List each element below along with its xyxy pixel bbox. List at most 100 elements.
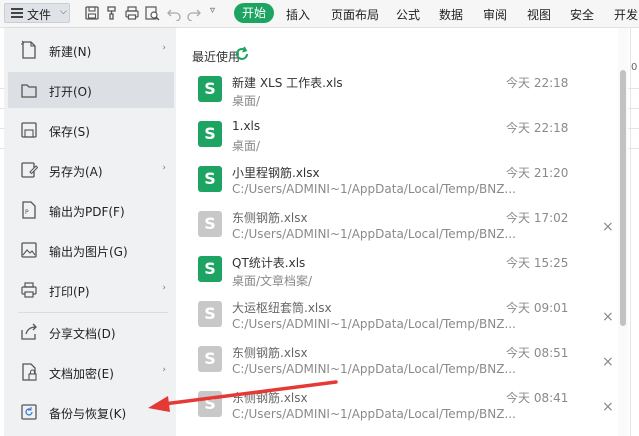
folder-icon [21, 84, 37, 98]
remove-recent-icon[interactable]: × [602, 354, 614, 370]
menu-item-export-image[interactable]: 输出为图片(G) [8, 232, 174, 268]
file-name: 新建 XLS 工作表.xls [232, 76, 343, 90]
menu-item-save-as[interactable]: 另存为(A) › [8, 152, 174, 188]
chevron-down-icon: ⌵ [60, 7, 67, 17]
remove-recent-icon[interactable]: × [602, 219, 614, 235]
encrypt-icon [22, 363, 37, 381]
recent-file-row[interactable]: S 新建 XLS 工作表.xls 桌面/今天 22:18 [176, 70, 616, 116]
share-icon [21, 323, 37, 340]
tab-developer[interactable]: 开发 [614, 6, 638, 23]
chevron-right-icon: › [162, 365, 166, 375]
spreadsheet-file-icon: S [198, 76, 222, 102]
save-icon [21, 122, 37, 138]
scrollbar-thumb[interactable] [620, 70, 626, 326]
file-backstage-menu: 新建(N) › 打开(O) 保存(S) 另存为(A) › P 输出为PDF(F) [4, 28, 176, 436]
pdf-export-icon: P [22, 201, 36, 219]
menu-item-label: 新建(N) [49, 45, 92, 59]
file-time: 今天 22:18 [506, 76, 569, 90]
file-name: 1.xls [232, 119, 261, 133]
tab-data[interactable]: 数据 [439, 6, 463, 23]
print-icon[interactable] [124, 5, 140, 21]
chevron-right-icon: › [162, 43, 166, 53]
recent-file-row[interactable]: S QT统计表.xls 桌面/文章档案/今天 15:25 [176, 250, 616, 296]
file-path: C:/Users/ADMINI~1/AppData/Local/Temp/BNZ… [232, 317, 516, 331]
file-path: C:/Users/ADMINI~1/AppData/Local/Temp/BNZ… [232, 362, 516, 376]
file-path: 桌面/文章档案/ [232, 274, 313, 288]
menu-item-label: 文档加密(E) [49, 367, 114, 381]
customize-dropdown-icon[interactable]: ▿ [210, 5, 226, 21]
print-icon [21, 282, 37, 298]
spreadsheet-file-icon: S [198, 301, 222, 327]
backup-icon [21, 404, 37, 420]
remove-recent-icon[interactable]: × [602, 399, 614, 415]
grid-line [630, 28, 631, 436]
image-export-icon [21, 242, 37, 258]
file-time: 今天 21:20 [506, 166, 569, 180]
recent-file-row[interactable]: S 大运枢纽套筒.xlsx C:/Users/ADMINI~1/AppData/Lo… [176, 295, 616, 341]
chevron-right-icon: › [162, 283, 166, 293]
recent-files-panel: 最近使用 S 新建 XLS 工作表.xls 桌面/今天 22:18 S 1.xls 桌面/… [176, 28, 626, 436]
menu-item-label: 另存为(A) [49, 165, 103, 179]
tab-review[interactable]: 审阅 [483, 6, 507, 23]
file-name: QT统计表.xls [232, 256, 306, 270]
tab-page-layout[interactable]: 页面布局 [331, 6, 379, 23]
recent-title: 最近使用 [192, 50, 241, 64]
refresh-icon[interactable] [234, 46, 250, 62]
remove-recent-icon[interactable]: × [602, 309, 614, 325]
new-file-icon [21, 40, 36, 59]
spreadsheet-file-icon: S [198, 166, 222, 192]
file-time: 今天 22:18 [506, 121, 569, 135]
recent-file-row[interactable]: S 东侧钢筋.xlsx C:/Users/ADMINI~1/AppData/Loca… [176, 385, 616, 431]
tab-security[interactable]: 安全 [570, 6, 594, 23]
file-path: 桌面/ [232, 139, 261, 153]
tab-insert[interactable]: 插入 [286, 6, 310, 23]
file-name: 东侧钢筋.xlsx [232, 346, 308, 360]
file-name: 大运枢纽套筒.xlsx [232, 301, 332, 315]
recent-file-row[interactable]: S 东侧钢筋.xlsx C:/Users/ADMINI~1/AppData/Loca… [176, 205, 616, 251]
recent-file-row[interactable]: S 1.xls 桌面/今天 22:18 [176, 115, 616, 161]
redo-icon[interactable] [186, 5, 202, 21]
hamburger-icon [11, 8, 23, 18]
tab-home[interactable]: 开始 [234, 3, 274, 23]
top-toolbar: 文件 ⌵ ▿ 开始 插入 页面布局 公式 数据 审阅 视图 安全 开发 [0, 0, 639, 28]
menu-item-encrypt[interactable]: 文档加密(E) › [8, 354, 174, 390]
menu-item-label: 输出为PDF(F) [49, 205, 125, 219]
column-header-fragment: 0 [631, 62, 638, 73]
menu-item-save[interactable]: 保存(S) [8, 112, 174, 148]
file-name: 小里程钢筋.xlsx [232, 166, 320, 180]
recent-file-row[interactable]: S 小里程钢筋.xlsx C:/Users/ADMINI~1/AppData/Loc… [176, 160, 616, 206]
menu-item-print[interactable]: 打印(P) › [8, 272, 174, 308]
file-path: C:/Users/ADMINI~1/AppData/Local/Temp/BNZ… [232, 407, 516, 421]
file-time: 今天 17:02 [506, 211, 569, 225]
file-time: 今天 15:25 [506, 256, 569, 270]
file-menu-button[interactable]: 文件 ⌵ [4, 3, 70, 23]
file-path: 桌面/ [232, 94, 261, 108]
svg-text:P: P [25, 209, 29, 216]
file-time: 今天 09:01 [506, 301, 569, 315]
file-time: 今天 08:51 [506, 346, 569, 360]
spreadsheet-file-icon: S [198, 121, 222, 147]
file-name: 东侧钢筋.xlsx [232, 211, 308, 225]
menu-item-label: 打开(O) [49, 85, 92, 99]
menu-item-label: 打印(P) [49, 285, 90, 299]
tab-view[interactable]: 视图 [527, 6, 551, 23]
undo-icon[interactable] [166, 5, 182, 21]
tab-formulas[interactable]: 公式 [396, 6, 420, 23]
print-preview-icon[interactable] [144, 5, 160, 21]
file-time: 今天 08:41 [506, 391, 569, 405]
menu-divider [18, 312, 168, 313]
file-menu-label: 文件 [27, 8, 52, 22]
save-as-icon [21, 162, 38, 178]
menu-item-new[interactable]: 新建(N) › [8, 32, 174, 68]
recent-file-row[interactable]: S 东侧钢筋.xlsx C:/Users/ADMINI~1/AppData/Loca… [176, 340, 616, 386]
chevron-right-icon: › [162, 163, 166, 173]
spreadsheet-file-icon: S [198, 211, 222, 237]
file-name: 东侧钢筋.xlsx [232, 391, 308, 405]
menu-item-share[interactable]: 分享文档(D) [8, 314, 174, 350]
menu-item-backup-restore[interactable]: 备份与恢复(K) › [8, 394, 174, 430]
menu-item-open[interactable]: 打开(O) [8, 72, 174, 108]
menu-item-export-pdf[interactable]: P 输出为PDF(F) [8, 192, 174, 228]
save-icon[interactable] [84, 5, 100, 21]
file-path: C:/Users/ADMINI~1/AppData/Local/Temp/BNZ… [232, 227, 516, 241]
format-painter-icon[interactable] [104, 5, 120, 21]
